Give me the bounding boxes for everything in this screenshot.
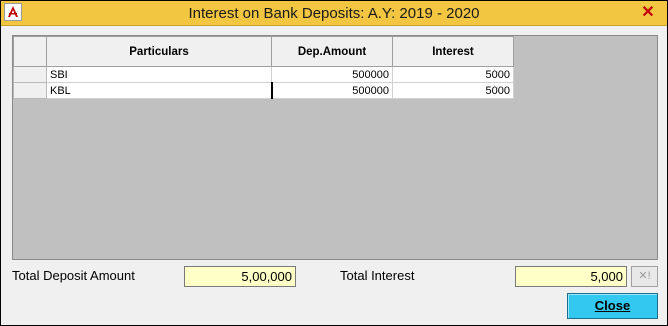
total-interest-label: Total Interest [340,268,415,283]
cell-dep-amount[interactable]: 500000 [271,66,393,83]
window-title: Interest on Bank Deposits: A.Y: 2019 - 2… [188,5,480,22]
close-icon[interactable]: ✕ [639,4,657,22]
cell-interest[interactable]: 5000 [392,66,514,83]
table-header-row: Particulars Dep.Amount Interest [13,36,514,67]
dialog-window: Interest on Bank Deposits: A.Y: 2019 - 2… [0,0,668,326]
total-deposit-label: Total Deposit Amount [12,268,135,283]
cell-interest[interactable]: 5000 [392,82,514,99]
table-row[interactable]: SBI 500000 5000 [13,66,514,83]
deposits-table: Particulars Dep.Amount Interest SBI 5000… [13,36,514,99]
row-selector-header[interactable] [13,36,47,67]
row-selector[interactable] [13,66,47,83]
cell-particulars[interactable]: SBI [46,66,272,83]
cell-particulars[interactable]: KBL [46,82,272,99]
close-button[interactable]: Close [567,293,658,319]
column-header-particulars[interactable]: Particulars [46,36,272,67]
column-header-interest[interactable]: Interest [392,36,514,67]
deposits-grid[interactable]: Particulars Dep.Amount Interest SBI 5000… [12,35,658,260]
column-header-dep-amount[interactable]: Dep.Amount [271,36,393,67]
cell-dep-amount[interactable]: 500000 [270,82,393,99]
total-interest-field: 5,000 [515,266,627,287]
row-selector[interactable] [13,82,47,99]
table-row[interactable]: KBL 500000 5000 [13,82,514,99]
clear-icon[interactable]: ✕! [631,266,658,287]
title-bar: Interest on Bank Deposits: A.Y: 2019 - 2… [1,1,667,26]
total-deposit-field: 5,00,000 [184,266,296,287]
